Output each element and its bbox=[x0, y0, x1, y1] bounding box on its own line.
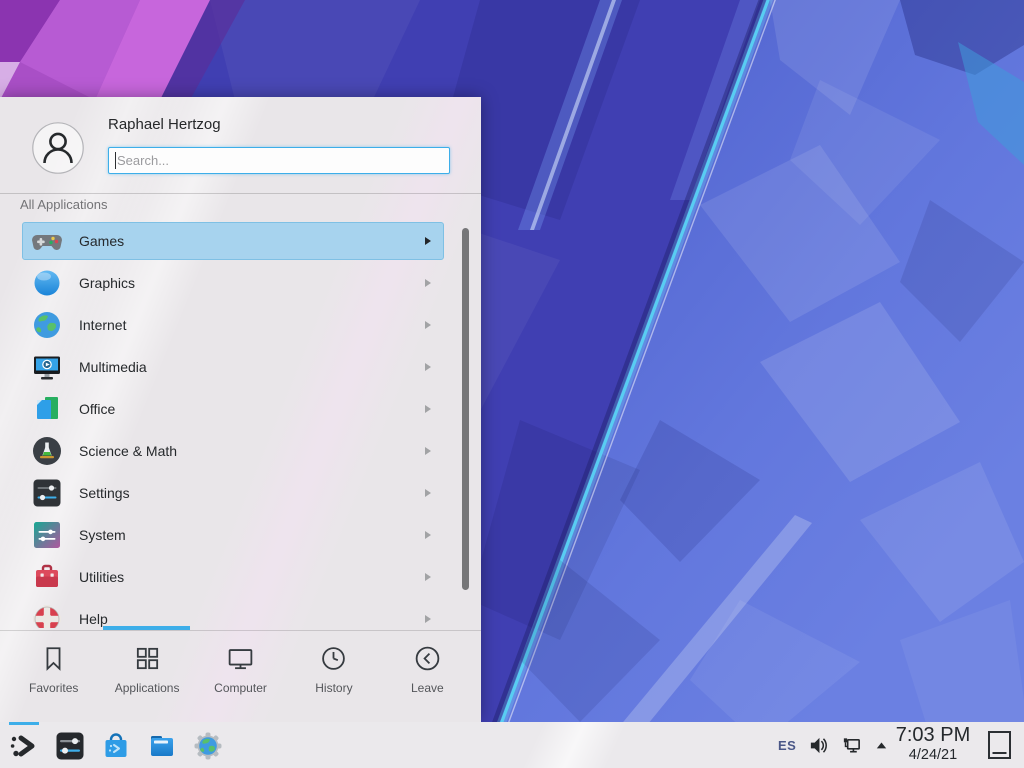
settings-icon bbox=[31, 477, 63, 509]
submenu-arrow-icon bbox=[425, 531, 431, 539]
category-row[interactable]: Multimedia bbox=[22, 348, 444, 386]
category-row[interactable]: Office bbox=[22, 390, 444, 428]
launcher-tabbar: Favorites Applications Computer History … bbox=[0, 630, 481, 722]
submenu-arrow-icon bbox=[425, 321, 431, 329]
applications-icon bbox=[133, 644, 162, 673]
category-label: Office bbox=[79, 401, 115, 417]
category-label: Utilities bbox=[79, 569, 124, 585]
web-browser-button[interactable] bbox=[192, 730, 224, 762]
computer-icon bbox=[226, 644, 255, 673]
taskbar-launchers bbox=[8, 722, 224, 768]
application-launcher-menu: Raphael Hertzog All Applications Games G… bbox=[0, 97, 481, 722]
clock-date: 4/24/21 bbox=[891, 748, 975, 763]
application-launcher-button[interactable] bbox=[8, 730, 40, 762]
tab-history[interactable]: History bbox=[287, 631, 380, 722]
tab-applications[interactable]: Applications bbox=[100, 631, 193, 722]
tray-expander-icon[interactable] bbox=[874, 738, 889, 753]
show-desktop-button[interactable] bbox=[987, 730, 1012, 760]
file-manager-button[interactable] bbox=[146, 730, 178, 762]
tab-label: History bbox=[315, 681, 352, 695]
internet-icon bbox=[31, 309, 63, 341]
submenu-arrow-icon bbox=[425, 363, 431, 371]
keyboard-layout-indicator[interactable]: ES bbox=[778, 738, 796, 753]
submenu-arrow-icon bbox=[425, 489, 431, 497]
category-label: Help bbox=[79, 611, 108, 627]
category-label: Graphics bbox=[79, 275, 135, 291]
submenu-arrow-icon bbox=[425, 237, 431, 245]
utilities-icon bbox=[31, 561, 63, 593]
category-label: Multimedia bbox=[79, 359, 147, 375]
category-row[interactable]: Games bbox=[22, 222, 444, 260]
office-icon bbox=[31, 393, 63, 425]
discover-button[interactable] bbox=[100, 730, 132, 762]
section-label: All Applications bbox=[20, 197, 107, 212]
category-row[interactable]: Graphics bbox=[22, 264, 444, 302]
search-input[interactable] bbox=[109, 148, 449, 173]
category-row[interactable]: Help bbox=[22, 600, 444, 628]
tab-favorites[interactable]: Favorites bbox=[7, 631, 100, 722]
submenu-arrow-icon bbox=[425, 447, 431, 455]
user-name: Raphael Hertzog bbox=[108, 116, 221, 133]
submenu-arrow-icon bbox=[425, 573, 431, 581]
digital-clock[interactable]: 7:03 PM 4/24/21 bbox=[891, 725, 975, 763]
system-settings-button[interactable] bbox=[54, 730, 86, 762]
list-scrollbar[interactable] bbox=[462, 228, 469, 590]
category-list: Games Graphics Internet Multimedia Offic… bbox=[0, 222, 481, 628]
tab-label: Leave bbox=[411, 681, 444, 695]
category-label: Settings bbox=[79, 485, 130, 501]
category-label: Games bbox=[79, 233, 124, 249]
submenu-arrow-icon bbox=[425, 405, 431, 413]
category-row[interactable]: Utilities bbox=[22, 558, 444, 596]
graphics-icon bbox=[31, 267, 63, 299]
dolphin-icon bbox=[146, 730, 178, 762]
browser-icon bbox=[192, 730, 224, 762]
system-icon bbox=[31, 519, 63, 551]
system-tray: ES bbox=[778, 722, 889, 768]
clock-time: 7:03 PM bbox=[891, 725, 975, 745]
category-row[interactable]: System bbox=[22, 516, 444, 554]
desktop: Raphael Hertzog All Applications Games G… bbox=[0, 0, 1024, 768]
category-label: Internet bbox=[79, 317, 126, 333]
leave-icon bbox=[413, 644, 442, 673]
volume-icon[interactable] bbox=[808, 735, 829, 756]
tab-label: Computer bbox=[214, 681, 267, 695]
submenu-arrow-icon bbox=[425, 615, 431, 623]
text-caret bbox=[115, 152, 116, 169]
network-icon[interactable] bbox=[841, 735, 862, 756]
history-icon bbox=[319, 644, 348, 673]
active-task-indicator bbox=[9, 722, 39, 725]
category-row[interactable]: Settings bbox=[22, 474, 444, 512]
discover-icon bbox=[100, 730, 132, 762]
science-icon bbox=[31, 435, 63, 467]
kickoff-icon bbox=[8, 730, 40, 762]
user-avatar[interactable] bbox=[32, 122, 84, 174]
search-box[interactable] bbox=[108, 147, 450, 174]
tab-computer[interactable]: Computer bbox=[194, 631, 287, 722]
tab-leave[interactable]: Leave bbox=[381, 631, 474, 722]
category-row[interactable]: Science & Math bbox=[22, 432, 444, 470]
favorites-icon bbox=[39, 644, 68, 673]
games-icon bbox=[31, 225, 63, 257]
header-divider bbox=[0, 193, 481, 194]
taskbar: ES 7:03 PM 4/24/21 bbox=[0, 722, 1024, 768]
help-icon bbox=[31, 603, 63, 628]
category-row[interactable]: Internet bbox=[22, 306, 444, 344]
category-label: Science & Math bbox=[79, 443, 177, 459]
multimedia-icon bbox=[31, 351, 63, 383]
launcher-header: Raphael Hertzog bbox=[0, 97, 481, 193]
tab-label: Favorites bbox=[29, 681, 78, 695]
submenu-arrow-icon bbox=[425, 279, 431, 287]
tab-label: Applications bbox=[115, 681, 180, 695]
systemsettings-icon bbox=[54, 730, 86, 762]
category-label: System bbox=[79, 527, 126, 543]
